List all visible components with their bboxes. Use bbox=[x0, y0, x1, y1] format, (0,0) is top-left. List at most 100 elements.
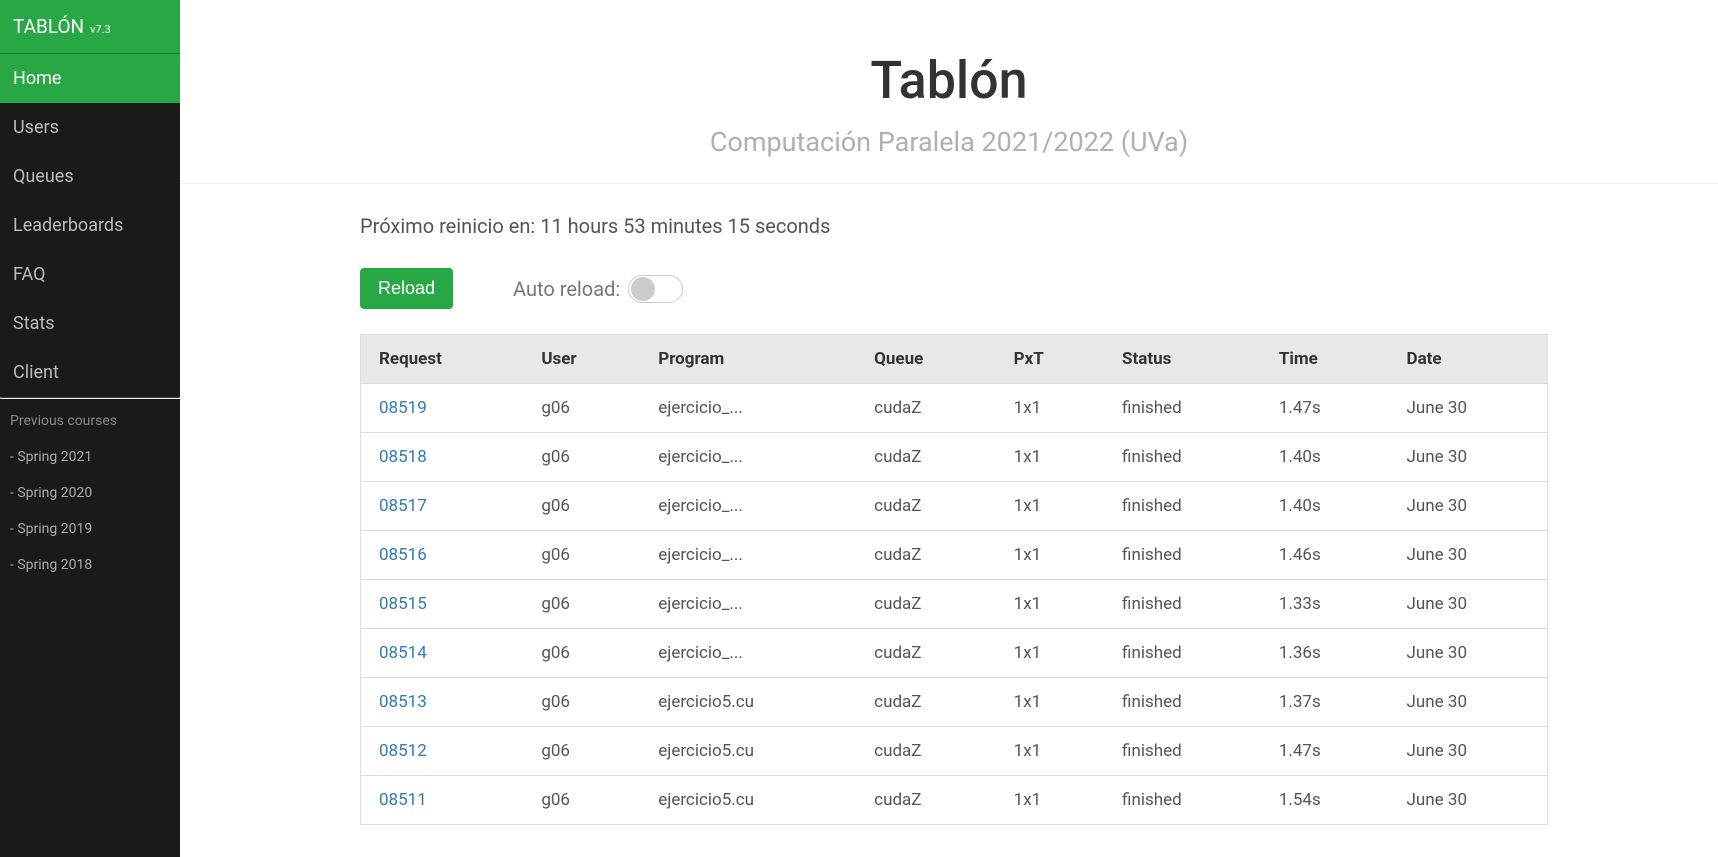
table-header-status: Status bbox=[1104, 335, 1261, 384]
cell-status: finished bbox=[1104, 580, 1261, 629]
sidebar-item-queues[interactable]: Queues bbox=[0, 152, 180, 201]
cell-program: ejercicio_... bbox=[640, 580, 856, 629]
cell-status: finished bbox=[1104, 531, 1261, 580]
cell-queue: cudaZ bbox=[856, 384, 995, 433]
cell-date: June 30 bbox=[1389, 580, 1548, 629]
table-header-queue: Queue bbox=[856, 335, 995, 384]
cell-time: 1.33s bbox=[1261, 580, 1389, 629]
page-header: Tablón Computación Paralela 2021/2022 (U… bbox=[180, 0, 1718, 184]
cell-status: finished bbox=[1104, 678, 1261, 727]
cell-time: 1.37s bbox=[1261, 678, 1389, 727]
cell-queue: cudaZ bbox=[856, 629, 995, 678]
cell-request[interactable]: 08516 bbox=[361, 531, 524, 580]
cell-queue: cudaZ bbox=[856, 531, 995, 580]
table-row: 08514g06ejercicio_...cudaZ1x1finished1.3… bbox=[361, 629, 1548, 678]
table-header-request: Request bbox=[361, 335, 524, 384]
sidebar-item-client[interactable]: Client bbox=[0, 348, 180, 397]
cell-queue: cudaZ bbox=[856, 482, 995, 531]
cell-time: 1.40s bbox=[1261, 433, 1389, 482]
cell-user: g06 bbox=[523, 482, 640, 531]
cell-date: June 30 bbox=[1389, 384, 1548, 433]
cell-user: g06 bbox=[523, 776, 640, 825]
cell-program: ejercicio_... bbox=[640, 384, 856, 433]
cell-program: ejercicio5.cu bbox=[640, 678, 856, 727]
cell-time: 1.40s bbox=[1261, 482, 1389, 531]
cell-program: ejercicio5.cu bbox=[640, 776, 856, 825]
cell-date: June 30 bbox=[1389, 776, 1548, 825]
auto-reload-toggle[interactable] bbox=[628, 275, 683, 303]
cell-pxt: 1x1 bbox=[996, 433, 1104, 482]
cell-queue: cudaZ bbox=[856, 433, 995, 482]
table-row: 08519g06ejercicio_...cudaZ1x1finished1.4… bbox=[361, 384, 1548, 433]
cell-status: finished bbox=[1104, 727, 1261, 776]
previous-courses-list: - Spring 2021- Spring 2020- Spring 2019-… bbox=[0, 439, 180, 583]
cell-request[interactable]: 08518 bbox=[361, 433, 524, 482]
cell-program: ejercicio_... bbox=[640, 433, 856, 482]
previous-course-link[interactable]: - Spring 2020 bbox=[0, 475, 180, 511]
cell-request[interactable]: 08519 bbox=[361, 384, 524, 433]
table-header-user: User bbox=[523, 335, 640, 384]
page-subtitle: Computación Paralela 2021/2022 (UVa) bbox=[200, 126, 1698, 158]
sidebar-item-stats[interactable]: Stats bbox=[0, 299, 180, 348]
previous-course-link[interactable]: - Spring 2018 bbox=[0, 547, 180, 583]
previous-courses-header: Previous courses bbox=[0, 399, 180, 439]
table-row: 08516g06ejercicio_...cudaZ1x1finished1.4… bbox=[361, 531, 1548, 580]
sidebar-brand[interactable]: TABLÓN v7.3 bbox=[0, 0, 180, 54]
reload-button[interactable]: Reload bbox=[360, 268, 453, 309]
sidebar-item-faq[interactable]: FAQ bbox=[0, 250, 180, 299]
cell-status: finished bbox=[1104, 629, 1261, 678]
cell-user: g06 bbox=[523, 384, 640, 433]
cell-program: ejercicio_... bbox=[640, 482, 856, 531]
cell-pxt: 1x1 bbox=[996, 678, 1104, 727]
cell-pxt: 1x1 bbox=[996, 727, 1104, 776]
cell-status: finished bbox=[1104, 384, 1261, 433]
table-row: 08512g06ejercicio5.cucudaZ1x1finished1.4… bbox=[361, 727, 1548, 776]
cell-request[interactable]: 08515 bbox=[361, 580, 524, 629]
cell-user: g06 bbox=[523, 678, 640, 727]
sidebar-item-home[interactable]: Home bbox=[0, 54, 180, 103]
controls-row: Reload Auto reload: bbox=[360, 268, 1548, 309]
main-content: Tablón Computación Paralela 2021/2022 (U… bbox=[180, 0, 1718, 857]
previous-course-link[interactable]: - Spring 2019 bbox=[0, 511, 180, 547]
cell-date: June 30 bbox=[1389, 678, 1548, 727]
auto-reload-group: Auto reload: bbox=[513, 275, 683, 303]
countdown-prefix: Próximo reinicio en: bbox=[360, 214, 540, 238]
cell-pxt: 1x1 bbox=[996, 629, 1104, 678]
cell-request[interactable]: 08513 bbox=[361, 678, 524, 727]
cell-user: g06 bbox=[523, 727, 640, 776]
table-header-program: Program bbox=[640, 335, 856, 384]
cell-status: finished bbox=[1104, 482, 1261, 531]
table-row: 08518g06ejercicio_...cudaZ1x1finished1.4… bbox=[361, 433, 1548, 482]
brand-version: v7.3 bbox=[90, 23, 111, 36]
table-header-row: RequestUserProgramQueuePxTStatusTimeDate bbox=[361, 335, 1548, 384]
cell-time: 1.36s bbox=[1261, 629, 1389, 678]
cell-pxt: 1x1 bbox=[996, 384, 1104, 433]
cell-request[interactable]: 08512 bbox=[361, 727, 524, 776]
cell-queue: cudaZ bbox=[856, 776, 995, 825]
brand-title: TABLÓN bbox=[13, 15, 84, 38]
cell-queue: cudaZ bbox=[856, 727, 995, 776]
previous-course-link[interactable]: - Spring 2021 bbox=[0, 439, 180, 475]
table-body: 08519g06ejercicio_...cudaZ1x1finished1.4… bbox=[361, 384, 1548, 825]
toggle-knob bbox=[631, 277, 655, 301]
cell-pxt: 1x1 bbox=[996, 776, 1104, 825]
table-row: 08517g06ejercicio_...cudaZ1x1finished1.4… bbox=[361, 482, 1548, 531]
cell-program: ejercicio_... bbox=[640, 531, 856, 580]
cell-status: finished bbox=[1104, 433, 1261, 482]
sidebar-item-leaderboards[interactable]: Leaderboards bbox=[0, 201, 180, 250]
cell-request[interactable]: 08511 bbox=[361, 776, 524, 825]
cell-user: g06 bbox=[523, 531, 640, 580]
cell-time: 1.47s bbox=[1261, 727, 1389, 776]
page-title: Tablón bbox=[200, 50, 1698, 111]
table-row: 08515g06ejercicio_...cudaZ1x1finished1.3… bbox=[361, 580, 1548, 629]
cell-request[interactable]: 08514 bbox=[361, 629, 524, 678]
cell-date: June 30 bbox=[1389, 433, 1548, 482]
cell-request[interactable]: 08517 bbox=[361, 482, 524, 531]
cell-date: June 30 bbox=[1389, 531, 1548, 580]
cell-pxt: 1x1 bbox=[996, 580, 1104, 629]
table-header-time: Time bbox=[1261, 335, 1389, 384]
sidebar-item-users[interactable]: Users bbox=[0, 103, 180, 152]
cell-program: ejercicio5.cu bbox=[640, 727, 856, 776]
table-header-date: Date bbox=[1389, 335, 1548, 384]
auto-reload-label: Auto reload: bbox=[513, 277, 620, 301]
